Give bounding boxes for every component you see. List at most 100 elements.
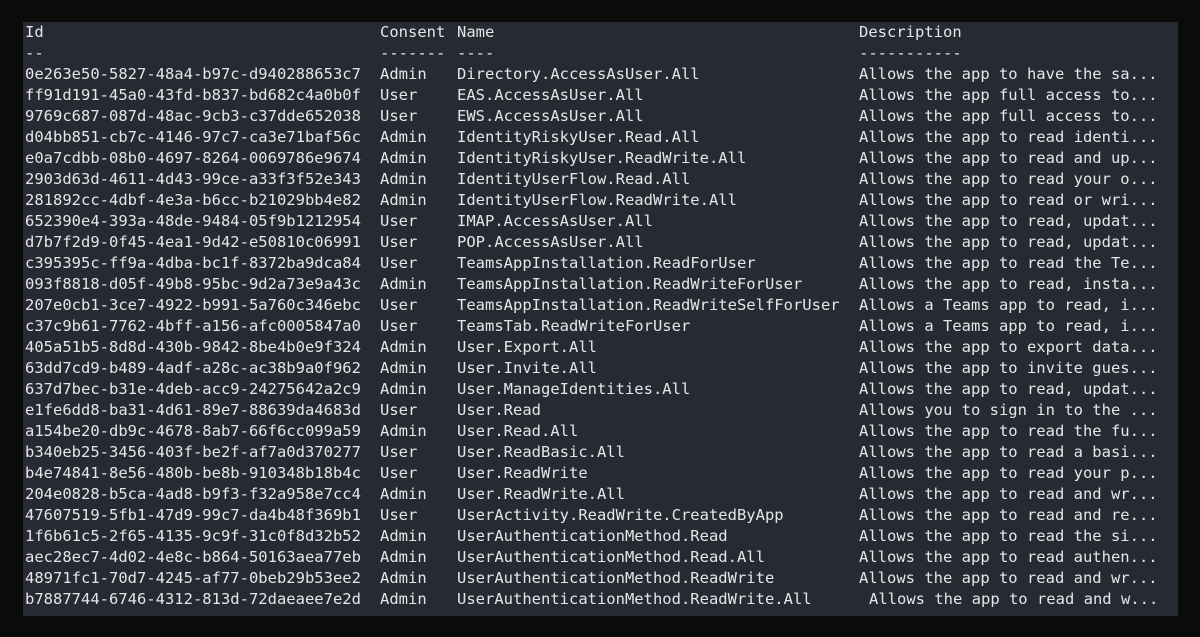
cell-id: 652390e4-393a-48de-9484-05f9b1212954 <box>25 212 361 230</box>
cell-id: b340eb25-3456-403f-be2f-af7a0d370277 <box>25 443 361 461</box>
table-header-row: Id Consent Name Description <box>25 22 962 43</box>
cell-name: IdentityUserFlow.Read.All <box>457 170 691 188</box>
cell-id: 281892cc-4dbf-4e3a-b6cc-b21029bb4e82 <box>25 191 361 209</box>
header-consent: Consent <box>380 23 446 41</box>
separator-name: ---- <box>457 44 495 62</box>
cell-consent: User <box>380 506 418 524</box>
cell-consent: User <box>380 443 418 461</box>
cell-id: 093f8818-d05f-49b8-95bc-9d2a73e9a43c <box>25 275 361 293</box>
cell-id: a154be20-db9c-4678-8ab7-66f6cc099a59 <box>25 422 361 440</box>
cell-description: Allows the app to read the Te... <box>859 254 1158 272</box>
cell-description: Allows the app to read or wri... <box>859 191 1158 209</box>
screenshot-frame: Id Consent Name Description -- ------- -… <box>0 0 1200 637</box>
cell-consent: User <box>380 212 418 230</box>
cell-consent: Admin <box>380 380 427 398</box>
cell-consent: Admin <box>380 569 427 587</box>
cell-id: c37c9b61-7762-4bff-a156-afc0005847a0 <box>25 317 361 335</box>
cell-description: Allows the app to read, updat... <box>859 233 1158 251</box>
cell-consent: Admin <box>380 422 427 440</box>
cell-description: Allows the app to read, insta... <box>859 275 1158 293</box>
table-separator-row: -- ------- ---- ----------- <box>25 43 962 64</box>
terminal-output[interactable]: Id Consent Name Description -- ------- -… <box>23 22 1178 616</box>
cell-id: 207e0cb1-3ce7-4922-b991-5a760c346ebc <box>25 296 361 314</box>
cell-name: UserAuthenticationMethod.ReadWrite <box>457 569 775 587</box>
cell-id: b4e74841-8e56-480b-be8b-910348b18b4c <box>25 464 361 482</box>
cell-name: User.Invite.All <box>457 359 597 377</box>
cell-description: Allows the app to read your p... <box>859 464 1158 482</box>
cell-name: POP.AccessAsUser.All <box>457 233 644 251</box>
cell-id: e1fe6dd8-ba31-4d61-89e7-88639da4683d <box>25 401 361 419</box>
cell-id: e0a7cdbb-08b0-4697-8264-0069786e9674 <box>25 149 361 167</box>
cell-consent: Admin <box>380 590 427 608</box>
cell-name: User.ReadBasic.All <box>457 443 625 461</box>
separator-id: -- <box>25 44 44 62</box>
cell-description: Allows the app to read and w... <box>869 590 1159 608</box>
header-description: Description <box>859 23 962 41</box>
cell-description: Allows the app to read and wr... <box>859 485 1158 503</box>
cell-description: Allows the app to invite gues... <box>859 359 1158 377</box>
cell-description: Allows the app to read authen... <box>859 548 1158 566</box>
cell-name: User.ReadWrite.All <box>457 485 625 503</box>
cell-consent: Admin <box>380 128 427 146</box>
separator-consent: ------- <box>380 44 446 62</box>
cell-name: User.Read <box>457 401 541 419</box>
cell-description: Allows the app full access to... <box>859 107 1158 125</box>
cell-id: 48971fc1-70d7-4245-af77-0beb29b53ee2 <box>25 569 361 587</box>
cell-name: User.ReadWrite <box>457 464 588 482</box>
cell-id: aec28ec7-4d02-4e8c-b864-50163aea77eb <box>25 548 361 566</box>
cell-consent: User <box>380 317 418 335</box>
cell-name: IMAP.AccessAsUser.All <box>457 212 653 230</box>
cell-consent: User <box>380 107 418 125</box>
cell-name: TeamsAppInstallation.ReadForUser <box>457 254 756 272</box>
cell-description: Allows the app to read and wr... <box>859 569 1158 587</box>
cell-consent: Admin <box>380 275 427 293</box>
cell-name: IdentityRiskyUser.Read.All <box>457 128 700 146</box>
cell-consent: Admin <box>380 170 427 188</box>
cell-description: Allows a Teams app to read, i... <box>859 317 1158 335</box>
cell-name: User.Export.All <box>457 338 597 356</box>
cell-consent: Admin <box>380 65 427 83</box>
cell-consent: Admin <box>380 359 427 377</box>
cell-description: Allows the app full access to... <box>859 86 1158 104</box>
cell-name: User.ManageIdentities.All <box>457 380 691 398</box>
header-id: Id <box>25 23 44 41</box>
cell-id: 47607519-5fb1-47d9-99c7-da4b48f369b1 <box>25 506 361 524</box>
cell-id: 204e0828-b5ca-4ad8-b9f3-f32a958e7cc4 <box>25 485 361 503</box>
cell-name: TeamsAppInstallation.ReadWriteForUser <box>457 275 803 293</box>
cell-id: c395395c-ff9a-4dba-bc1f-8372ba9dca84 <box>25 254 361 272</box>
cell-name: TeamsTab.ReadWriteForUser <box>457 317 691 335</box>
cell-description: Allows the app to have the sa... <box>859 65 1158 83</box>
cell-consent: Admin <box>380 149 427 167</box>
cell-name: UserAuthenticationMethod.Read <box>457 527 728 545</box>
cell-id: b7887744-6746-4312-813d-72daeaee7e2d <box>25 590 361 608</box>
cell-description: Allows the app to export data... <box>859 338 1158 356</box>
separator-description: ----------- <box>859 44 962 62</box>
cell-id: 2903d63d-4611-4d43-99ce-a33f3f52e343 <box>25 170 361 188</box>
cell-name: Directory.AccessAsUser.All <box>457 65 700 83</box>
cell-description: Allows a Teams app to read, i... <box>859 296 1158 314</box>
cell-consent: User <box>380 464 418 482</box>
cell-consent: User <box>380 233 418 251</box>
cell-name: EAS.AccessAsUser.All <box>457 86 644 104</box>
cell-consent: User <box>380 254 418 272</box>
cell-consent: Admin <box>380 485 427 503</box>
cell-description: Allows the app to read identi... <box>859 128 1158 146</box>
cell-name: TeamsAppInstallation.ReadWriteSelfForUse… <box>457 296 840 314</box>
cell-id: 637d7bec-b31e-4deb-acc9-24275642a2c9 <box>25 380 361 398</box>
cell-consent: User <box>380 86 418 104</box>
cell-description: Allows you to sign in to the ... <box>859 401 1158 419</box>
cell-id: 1f6b61c5-2f65-4135-9c9f-31c0f8d32b52 <box>25 527 361 545</box>
header-name: Name <box>457 23 495 41</box>
cell-id: 9769c687-087d-48ac-9cb3-c37dde652038 <box>25 107 361 125</box>
cell-description: Allows the app to read, updat... <box>859 380 1158 398</box>
cell-id: d04bb851-cb7c-4146-97c7-ca3e71baf56c <box>25 128 361 146</box>
cell-consent: Admin <box>380 191 427 209</box>
cell-consent: User <box>380 401 418 419</box>
cell-description: Allows the app to read the fu... <box>859 422 1158 440</box>
cell-name: UserActivity.ReadWrite.CreatedByApp <box>457 506 784 524</box>
cell-consent: Admin <box>380 527 427 545</box>
cell-consent: Admin <box>380 338 427 356</box>
cell-id: 405a51b5-8d8d-430b-9842-8be4b0e9f324 <box>25 338 361 356</box>
cell-id: d7b7f2d9-0f45-4ea1-9d42-e50810c06991 <box>25 233 361 251</box>
cell-id: ff91d191-45a0-43fd-b837-bd682c4a0b0f <box>25 86 361 104</box>
